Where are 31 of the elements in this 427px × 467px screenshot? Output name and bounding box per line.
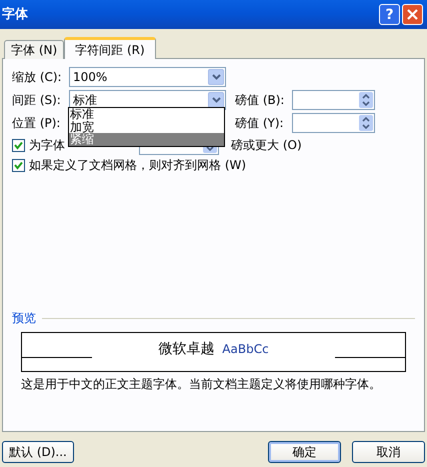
field-label: 位置 (P): — [12, 115, 62, 132]
tab[interactable]: 字体 (N) — [4, 40, 64, 59]
checkbox-label: 为字体 — [29, 137, 65, 154]
points-field[interactable] — [292, 113, 375, 133]
dialog-button[interactable]: 确定 — [268, 441, 341, 463]
tab[interactable]: 字符间距 (R) — [64, 37, 156, 59]
preview-text: AaBbCc — [222, 341, 269, 358]
dialog-button[interactable]: 默认 (D)... — [2, 441, 74, 463]
preview-text: 微软卓越 — [158, 340, 214, 358]
spinner-arrows-icon[interactable] — [359, 115, 373, 131]
field-label: 磅值 (Y): — [235, 115, 285, 132]
points-field[interactable] — [292, 90, 375, 110]
field-label: 磅值 (B): — [235, 92, 286, 109]
dropdown-option[interactable]: 紧缩 — [69, 133, 224, 146]
dropdown-option[interactable]: 加宽 — [69, 120, 224, 133]
field-label: 磅或更大 (O) — [231, 137, 302, 154]
field-label: 间距 (S): — [12, 92, 62, 109]
section-heading: 预览 — [12, 310, 36, 327]
close-icon — [407, 9, 418, 20]
dropdown-option[interactable]: 标准 — [69, 108, 224, 120]
checkbox[interactable] — [12, 158, 25, 172]
spinner-arrows-icon[interactable] — [359, 92, 373, 108]
close-button[interactable] — [402, 4, 423, 25]
dialog-button[interactable]: 取消 — [352, 441, 425, 463]
field-label: 缩放 (C): — [12, 69, 63, 86]
scale-dropdown[interactable]: 100% — [69, 67, 226, 87]
checkbox[interactable] — [12, 138, 25, 152]
window-title: 字体 — [2, 6, 28, 24]
preview-description: 这是用于中文的正文主题字体。当前文档主题定义将使用哪种字体。 — [21, 376, 382, 393]
help-button[interactable]: ? — [379, 4, 400, 25]
checkbox-label: 如果定义了文档网格，则对齐到网格 (W) — [29, 157, 246, 174]
